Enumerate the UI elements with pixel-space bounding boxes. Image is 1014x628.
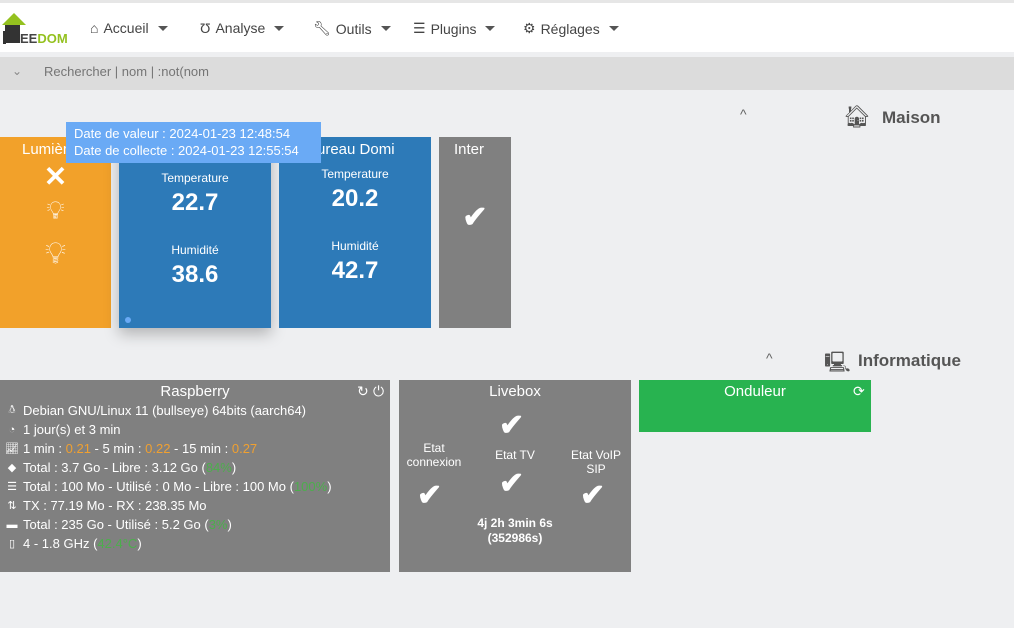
check-icon[interactable]: ✔ <box>417 478 442 513</box>
list-icon: ☰ <box>7 481 17 493</box>
chevron-down-icon[interactable]: ⌄ <box>12 64 22 78</box>
tile-temperature-1[interactable]: Temperature 22.7 Humidité 38.6 <box>119 137 271 328</box>
nav-outils[interactable]: 🔧︎ Outils <box>313 20 391 37</box>
nav-analyse[interactable]: Ʊ Analyse <box>200 20 285 36</box>
home-icon: ⌂ <box>90 20 99 36</box>
memory-icon: ◆ <box>7 462 17 474</box>
gear-icon: ⚙ <box>523 20 536 36</box>
check-icon[interactable]: ✔ <box>580 478 605 513</box>
computer-user-icon: 🖳 <box>824 352 851 374</box>
nav-plugins[interactable]: ☰ Plugins <box>413 20 496 37</box>
check-icon[interactable]: ✔ <box>499 408 524 443</box>
cpu-icon: ▯ <box>8 538 16 550</box>
caret-down-icon <box>157 25 168 31</box>
transfer-icon: ⇅ <box>7 500 17 512</box>
top-navbar: EEDOM ⌂ Accueil Ʊ Analyse 🔧︎ Outils ☰ Plugin… <box>0 0 1014 52</box>
gauge-icon: ◔ <box>8 423 16 436</box>
house-icon: 🏠︎ <box>843 104 871 129</box>
tile-raspberry[interactable]: Raspberry ↻ ⏻ 🐧︎ Debian GNU/Linux 11 (bul… <box>0 380 390 572</box>
tooltip: Date de valeur : 2024-01-23 12:48:54 Date… <box>66 122 321 163</box>
refresh-icon[interactable]: ↻ <box>357 383 369 400</box>
stethoscope-icon: Ʊ <box>200 20 211 36</box>
status-dot <box>125 317 131 323</box>
wrench-icon: 🔧︎ <box>313 20 331 36</box>
search-input[interactable] <box>44 64 444 79</box>
jeedom-logo[interactable]: EEDOM <box>0 11 72 47</box>
search-bar: ⌄ <box>0 57 1014 90</box>
tile-livebox[interactable]: Livebox ✔ Etat connexion ✔ Etat TV ✔ Eta… <box>399 380 631 572</box>
list-icon: ☰ <box>413 20 426 36</box>
check-icon[interactable]: ✔ <box>439 200 511 235</box>
group-title-informatique: Informatique <box>858 351 961 370</box>
svg-text:EEDOM: EEDOM <box>20 31 68 46</box>
refresh-icon[interactable]: ⟳ <box>853 383 865 400</box>
caret-down-icon <box>485 26 496 31</box>
caret-down-icon <box>380 26 391 31</box>
nav-accueil[interactable]: ⌂ Accueil <box>90 20 168 36</box>
tile-lumiere[interactable]: Lumière ✕ 💡︎ 💡︎ <box>0 137 111 328</box>
check-icon[interactable]: ✔ <box>499 466 524 501</box>
nav-reglages[interactable]: ⚙ Réglages <box>523 20 619 37</box>
lightbulb-on-icon: 💡︎ <box>46 195 65 225</box>
tile-inter[interactable]: Inter ✔ <box>439 137 511 328</box>
tile-temperature-2[interactable]: Bureau Domi Temperature 20.2 Humidité 42… <box>279 137 431 328</box>
caret-down-icon <box>608 26 619 31</box>
linux-icon: 🐧︎ <box>8 403 16 416</box>
group-title-maison: Maison <box>882 108 941 127</box>
collapse-maison-icon[interactable]: ^ <box>740 106 747 122</box>
tile-onduleur[interactable]: Onduleur ⟳ <box>639 380 871 432</box>
lightbulb-icon[interactable]: 💡︎ <box>0 237 111 271</box>
power-icon[interactable]: ⏻ <box>373 383 384 400</box>
caret-down-icon <box>274 25 285 31</box>
hdd-icon: ▬ <box>6 518 18 531</box>
area-chart-icon: 📈︎ <box>5 443 19 455</box>
collapse-informatique-icon[interactable]: ^ <box>766 350 773 366</box>
close-icon[interactable]: ✕ <box>0 160 111 193</box>
